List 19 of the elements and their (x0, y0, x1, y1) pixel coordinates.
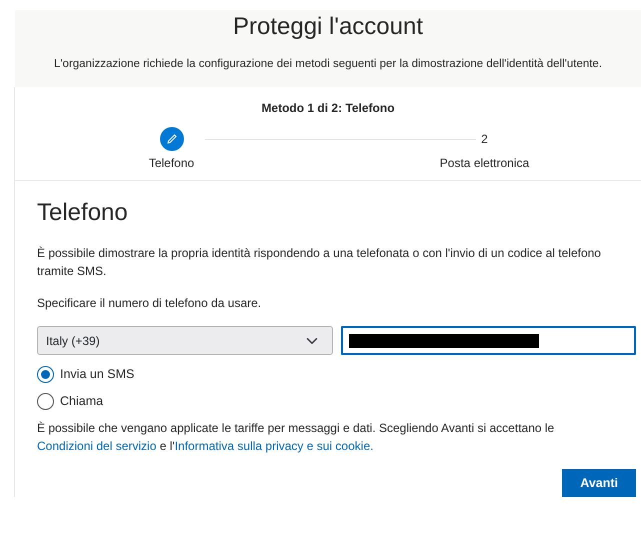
country-select[interactable]: Italy (+39) (37, 326, 333, 356)
step-number: 2 (481, 131, 488, 148)
prompt: Specificare il numero di telefono da usare. (37, 295, 262, 312)
step-caption: Metodo 1 di 2: Telefono (260, 100, 396, 118)
step-label: Posta elettronica (440, 155, 530, 172)
description: È possibile dimostrare la propria identità rispondendo a una telefonata o con l'invio di un codice al telefono tramite SMS. (37, 245, 602, 280)
next-button[interactable]: Avanti (562, 468, 636, 498)
section-title: Telefono (37, 199, 129, 228)
radio-label[interactable]: Invia un SMS (60, 365, 134, 384)
page-title: Proteggi l'account (232, 12, 424, 42)
link[interactable]: Condizioni del servizio (37, 438, 156, 453)
radio-button[interactable] (37, 392, 54, 410)
step-label: Telefono (148, 155, 194, 172)
terms-note: È possibile che vengano applicate le tariffe per messaggi e dati. Scegliendo Avanti si accettano le Condizioni del servizio e l'Informativa sulla privacy e sui cookie. (37, 420, 556, 455)
link[interactable]: Informativa sulla privacy e sui cookie. (174, 438, 374, 453)
subtitle: L'organizzazione richiede la configurazione dei metodi seguenti per la dimostrazione dell'identità dell'utente. (52, 57, 604, 72)
radio-label[interactable]: Chiama (60, 392, 104, 411)
radio-button[interactable] (37, 366, 54, 384)
phone-field[interactable] (341, 326, 636, 356)
